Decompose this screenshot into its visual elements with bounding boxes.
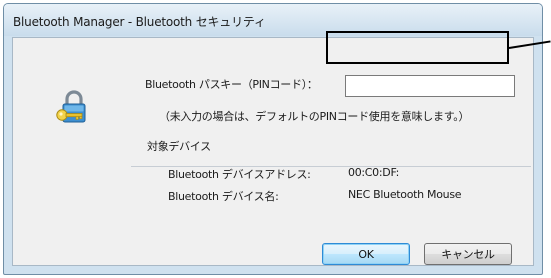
window-title: Bluetooth Manager - Bluetooth セキュリティ [13, 15, 266, 29]
dialog-body: Bluetooth パスキー（PINコード）： （未入力の場合は、デフォルトのP… [12, 37, 534, 266]
target-device-group-title: 対象デバイス [147, 140, 211, 153]
device-name-label: Bluetooth デバイス名: [168, 190, 279, 203]
pin-label: Bluetooth パスキー（PINコード）： [145, 78, 318, 91]
key-lock-icon-graphic [56, 90, 86, 123]
ok-button[interactable]: OK [322, 243, 410, 265]
device-address-value: 00:C0:DF: [348, 166, 400, 179]
screenshot-stage: Bluetooth Manager - Bluetooth セキュリティ Blu… [0, 0, 551, 278]
key-lock-icon [53, 88, 93, 128]
cancel-button[interactable]: キャンセル [424, 243, 512, 265]
device-address-label: Bluetooth デバイスアドレス: [168, 168, 311, 181]
device-name-value: NEC Bluetooth Mouse [348, 188, 462, 201]
pin-note: （未入力の場合は、デフォルトのPINコード使用を意味します。） [159, 110, 470, 123]
pin-code-input[interactable] [345, 75, 515, 97]
dialog-window: Bluetooth Manager - Bluetooth セキュリティ Blu… [3, 3, 543, 275]
title-bar[interactable]: Bluetooth Manager - Bluetooth セキュリティ [4, 4, 542, 36]
